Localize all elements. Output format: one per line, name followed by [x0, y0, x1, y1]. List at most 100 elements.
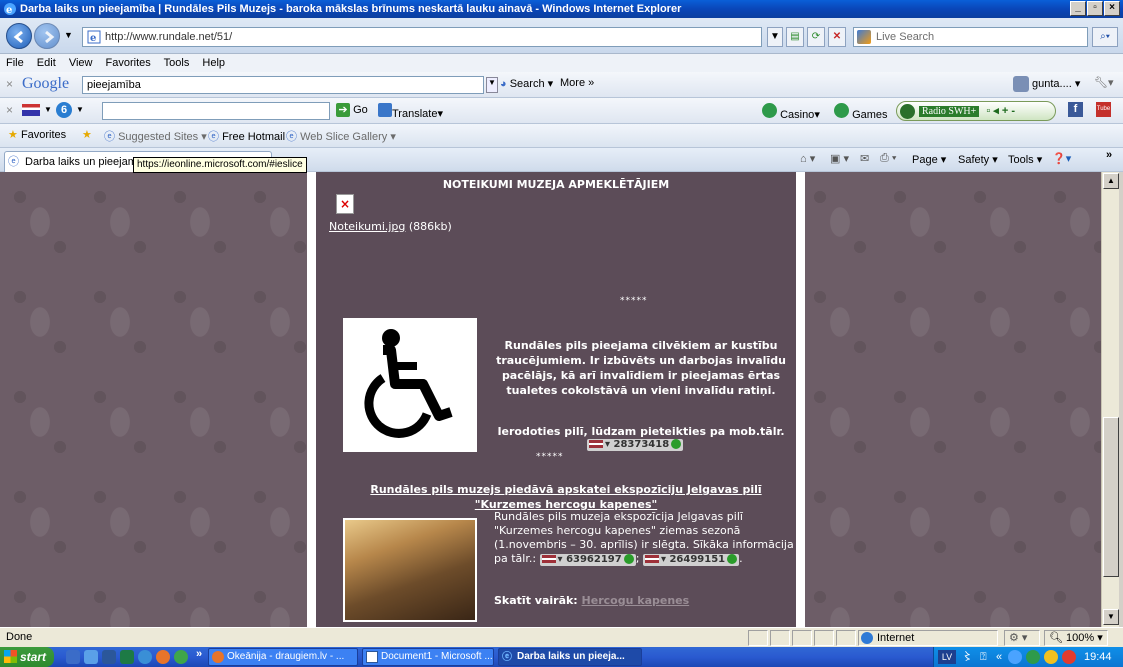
scroll-down-arrow-icon[interactable]: ▼	[1103, 609, 1119, 625]
menu-help[interactable]: Help	[202, 57, 225, 69]
tray-app-icon[interactable]	[1062, 650, 1076, 664]
compatibility-icon[interactable]: ▤	[786, 27, 804, 47]
menu-view[interactable]: View	[69, 57, 93, 69]
menu-file[interactable]: File	[6, 57, 24, 69]
maximize-button[interactable]: ▫	[1087, 1, 1103, 16]
radio-controls-icon[interactable]: ▫ ◂ + -	[986, 105, 1015, 117]
zone-indicator[interactable]: Internet	[858, 630, 998, 646]
svg-text:e: e	[6, 5, 12, 16]
fav-free-hotmail[interactable]: ⓔ Free Hotmail	[208, 128, 285, 144]
tooltip: https://ieonline.microsoft.com/#ieslice	[133, 157, 307, 173]
safety-menu-button[interactable]: Safety ▾	[958, 153, 998, 166]
games-button[interactable]: Games	[834, 103, 888, 121]
word-quicklaunch-icon[interactable]	[102, 650, 116, 664]
tray-network-icon[interactable]: 〻	[962, 647, 973, 667]
google-logo: Google	[22, 75, 70, 92]
clock[interactable]: 19:44	[1084, 647, 1112, 667]
zoom-control[interactable]: 🔍︎ 100% ▾	[1044, 630, 1108, 646]
print-icon[interactable]: ⎙ ▾	[880, 152, 896, 165]
translate-button[interactable]: Translate▾	[378, 103, 443, 120]
see-more-link[interactable]: Hercogu kapenes	[582, 594, 690, 607]
jelgava-link[interactable]: Rundāles pils muzejs piedāvā apskatei ek…	[336, 482, 796, 512]
scrollbar-thumb[interactable]	[1103, 417, 1119, 577]
ie-alt-quicklaunch-icon[interactable]	[84, 650, 98, 664]
vertical-scrollbar[interactable]: ▲ ▼	[1101, 172, 1119, 627]
excel-quicklaunch-icon[interactable]	[120, 650, 134, 664]
wrench-icon[interactable]: 🔧︎▾	[1094, 76, 1114, 89]
menu-tools[interactable]: Tools	[164, 57, 190, 69]
page-menu-button[interactable]: Page ▾	[912, 153, 946, 166]
quicklaunch-chevron-icon[interactable]: »	[196, 648, 202, 660]
addon-search-input[interactable]	[102, 102, 330, 120]
menu-edit[interactable]: Edit	[37, 57, 56, 69]
address-input[interactable]: e http://www.rundale.net/51/	[82, 27, 762, 47]
translate-icon	[378, 103, 392, 117]
google-search-input[interactable]: pieejamība	[82, 76, 484, 94]
more-button[interactable]: More »	[560, 77, 594, 89]
scroll-up-arrow-icon[interactable]: ▲	[1103, 173, 1119, 189]
six-dropdown-icon[interactable]: ▼	[76, 105, 84, 114]
back-button[interactable]	[6, 23, 32, 49]
six-icon[interactable]: 6	[56, 102, 72, 118]
help-icon[interactable]: ❓▾	[1052, 152, 1071, 165]
close-button[interactable]: ×	[1104, 1, 1120, 16]
feeds-icon[interactable]: ▣ ▾	[830, 152, 849, 165]
query-dropdown-icon[interactable]: ▼	[486, 77, 498, 93]
fav-suggested-sites[interactable]: ⓔ Suggested Sites ▾	[104, 128, 207, 144]
lv-flag-icon	[644, 555, 659, 563]
tray-app-icon[interactable]	[1026, 650, 1040, 664]
call-icon	[727, 554, 738, 564]
close-toolbar-icon[interactable]: ×	[6, 77, 13, 91]
facebook-icon[interactable]: f	[1068, 102, 1083, 117]
tools-menu-button[interactable]: Tools ▾	[1008, 153, 1042, 166]
ie-quicklaunch-icon[interactable]	[66, 650, 80, 664]
live-search-input[interactable]: Live Search	[853, 27, 1088, 47]
phone-widget-3[interactable]: ▾ 26499151	[642, 554, 740, 566]
protected-mode-icon[interactable]: ⚙ ▾	[1004, 630, 1040, 646]
tray-app-icon[interactable]	[1008, 650, 1022, 664]
flag-dropdown-icon[interactable]: ▼	[44, 105, 52, 114]
file-link[interactable]: Noteikumi.jpg	[329, 220, 405, 233]
search-icon[interactable]: ⌕▾	[1092, 27, 1118, 47]
go-button[interactable]: ➔ Go	[336, 103, 368, 117]
address-url: http://www.rundale.net/51/	[105, 31, 233, 43]
minimize-button[interactable]: _	[1070, 1, 1086, 16]
home-icon[interactable]: ⌂ ▾	[800, 152, 815, 165]
phone-widget-2[interactable]: ▾ 63962197	[539, 554, 636, 566]
us-flag-icon[interactable]	[22, 104, 40, 116]
refresh-icon[interactable]: ⟳	[807, 27, 825, 47]
tray-app-icon[interactable]	[1044, 650, 1058, 664]
radio-widget[interactable]: Radio SWH+ ▫ ◂ + -	[896, 101, 1056, 121]
chrome-quicklaunch-icon[interactable]	[174, 650, 188, 664]
phone-widget-1[interactable]: ▾ 28373418	[587, 437, 684, 451]
chevron-right-icon[interactable]: »	[1106, 149, 1112, 161]
mail-icon[interactable]: ✉	[860, 152, 869, 165]
taskbar-item-draugiem[interactable]: Okeānija - draugiem.lv - ...	[208, 648, 358, 666]
casino-button[interactable]: Casino▾	[762, 103, 820, 121]
close-toolbar-icon[interactable]: ×	[6, 103, 13, 117]
language-indicator[interactable]: LV	[938, 650, 956, 664]
tray-help-icon[interactable]: ⍰	[980, 647, 987, 667]
youtube-icon[interactable]: Tube	[1096, 102, 1111, 117]
user-account-button[interactable]: gunta.... ▾	[1032, 77, 1080, 90]
address-dropdown-button[interactable]: ▼	[767, 27, 783, 47]
taskbar-item-word[interactable]: Document1 - Microsoft ...	[362, 648, 494, 666]
forward-button[interactable]	[34, 23, 60, 49]
call-icon	[671, 439, 682, 449]
firefox-quicklaunch-icon[interactable]	[156, 650, 170, 664]
ie-icon: ⓔ	[286, 131, 297, 143]
taskbar-item-ie[interactable]: ⓔ Darba laiks un pieeja...	[498, 648, 642, 666]
start-button[interactable]: start	[0, 647, 54, 667]
fav-web-slice-gallery[interactable]: ⓔ Web Slice Gallery ▾	[286, 128, 396, 144]
media-quicklaunch-icon[interactable]	[138, 650, 152, 664]
add-favorite-icon[interactable]: ★	[82, 128, 92, 141]
live-search-placeholder: Live Search	[876, 31, 935, 43]
favorites-button[interactable]: ★ Favorites	[8, 128, 66, 141]
google-search-button[interactable]: ◕ Search ▾	[500, 77, 553, 90]
history-dropdown-icon[interactable]: ▼	[64, 30, 73, 40]
ie-icon: ⓔ	[8, 156, 19, 168]
menu-favorites[interactable]: Favorites	[106, 57, 151, 69]
forward-arrow-icon	[45, 30, 55, 44]
stop-icon[interactable]: ✕	[828, 27, 846, 47]
tray-expand-icon[interactable]: «	[996, 647, 1002, 667]
